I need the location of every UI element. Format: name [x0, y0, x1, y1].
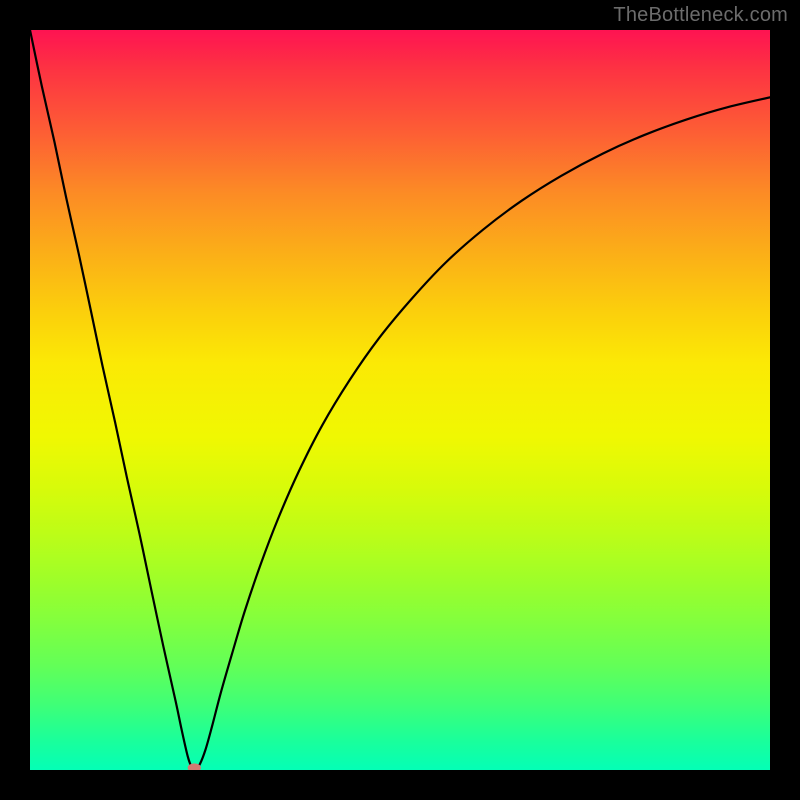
plot-area: [30, 30, 770, 770]
watermark-text: TheBottleneck.com: [613, 4, 788, 27]
curve-layer: [30, 30, 770, 770]
gradient-rect: [30, 30, 770, 770]
chart-stage: TheBottleneck.com: [0, 0, 800, 800]
